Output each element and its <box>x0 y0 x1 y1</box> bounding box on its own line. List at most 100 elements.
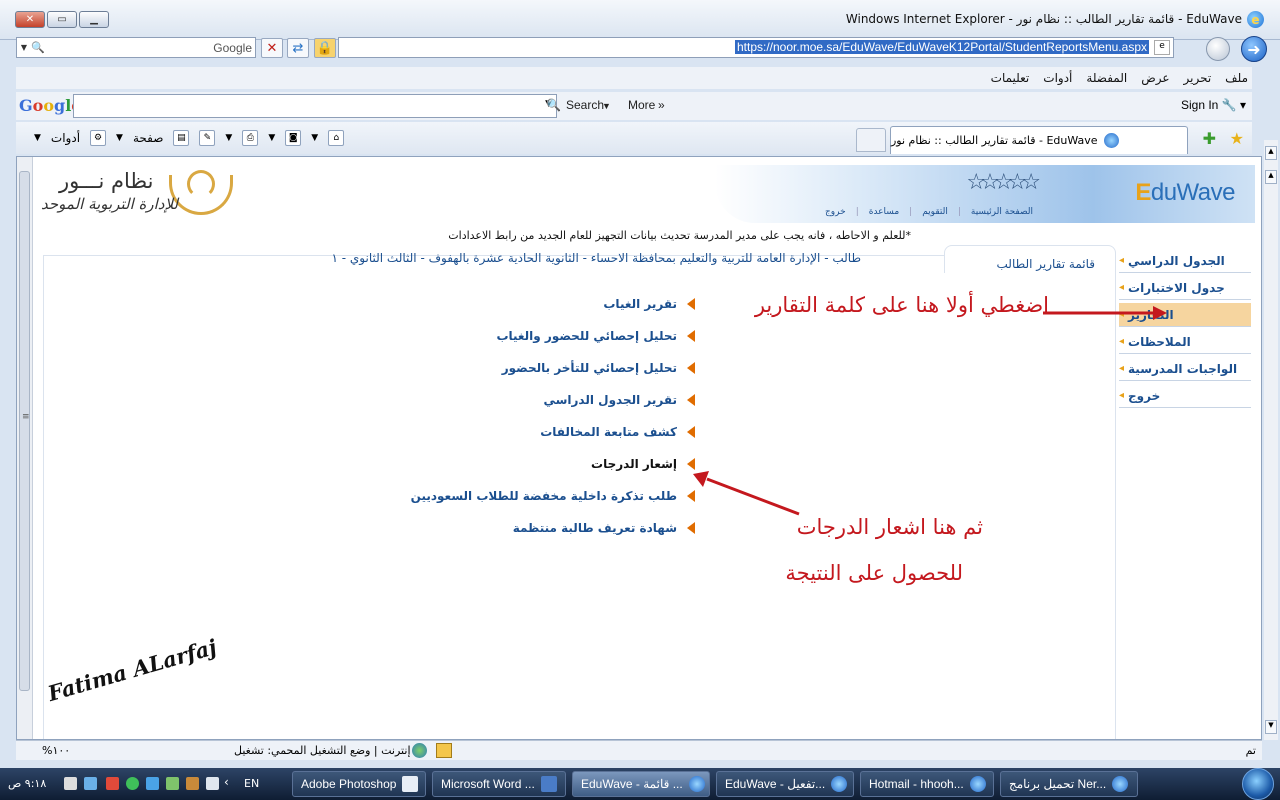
show-hidden-icons-icon[interactable]: ‹ <box>224 775 229 789</box>
scrollbar-thumb[interactable] <box>19 171 30 691</box>
taskbar-item-word[interactable]: Microsoft Word ... <box>432 771 566 797</box>
zoom-level[interactable]: ١٠٠% <box>42 744 70 757</box>
scroll-up-icon[interactable]: ▲ <box>1265 170 1277 184</box>
menu-view[interactable]: عرض <box>1141 71 1169 85</box>
chevron-down-icon[interactable]: ▼ <box>225 133 232 143</box>
page-viewport: ≡ ☆☆☆☆☆ EduWave الصفحة الرئيسية | التقوي… <box>16 156 1262 740</box>
sidebar-item-exams[interactable]: ◂ جدول الاختبارات <box>1119 276 1251 300</box>
browser-tab-active[interactable]: EduWave - قائمة تقارير الطالب :: نظام نو… <box>890 126 1188 154</box>
home-link[interactable]: الصفحة الرئيسية <box>971 207 1033 217</box>
maximize-window-button[interactable]: ▭ <box>47 11 77 28</box>
sidebar-item-reports[interactable]: ◂ التقارير <box>1119 303 1251 327</box>
report-link-enrollment-certificate[interactable]: شهادة تعريف طالبة منتظمة <box>513 521 695 535</box>
sidebar-item-homework[interactable]: ◂ الواجبات المدرسية <box>1119 357 1251 381</box>
logout-link[interactable]: خروج <box>825 207 846 217</box>
report-link-schedule[interactable]: تقرير الجدول الدراسي <box>543 393 695 407</box>
menu-file[interactable]: ملف <box>1225 71 1248 85</box>
sidebar-item-logout[interactable]: ◂ خروج <box>1119 384 1251 408</box>
google-search-input[interactable]: ▼ <box>73 94 557 118</box>
bullet-arrow-icon <box>687 362 695 374</box>
stop-icon[interactable]: ✕ <box>261 38 283 58</box>
home-icon[interactable]: ⌂ <box>328 130 345 146</box>
header-links: الصفحة الرئيسية | التقويم | مساعدة | خرو… <box>825 207 1033 217</box>
compat-view-icon[interactable]: e <box>1154 40 1170 55</box>
chevron-down-icon[interactable]: ▼ <box>34 133 41 143</box>
url-text: https://noor.moe.sa/EduWave/EduWaveK12Po… <box>734 40 1149 54</box>
google-search-icon[interactable]: 🔍 <box>546 98 561 112</box>
taskbar-item-download[interactable]: تحميل برنامج Ner... <box>1000 771 1138 797</box>
gear-icon[interactable]: ⚙ <box>90 130 107 146</box>
forward-button[interactable]: ➜ <box>1241 36 1267 62</box>
search-icon[interactable]: 🔍 <box>31 41 47 54</box>
scroll-up-icon[interactable]: ▲ <box>1265 146 1277 160</box>
print-icon[interactable]: ⎙ <box>242 130 259 146</box>
add-favorite-icon[interactable]: ✚ <box>1203 129 1216 148</box>
vertical-scrollbar[interactable]: ≡ <box>17 157 33 739</box>
calendar-link[interactable]: التقويم <box>922 207 948 217</box>
command-bar: ▼ أدوات ⚙ ▼ صفحة ▤ ✎ ▼ ⎙ ▼ ◙ ▼ ⌂ <box>34 130 345 146</box>
language-indicator[interactable]: EN <box>244 777 259 790</box>
panel-title: قائمة تقارير الطالب <box>996 257 1095 271</box>
lock-icon[interactable]: 🔒 <box>314 38 336 58</box>
ie-page-icon <box>1103 133 1119 148</box>
start-button[interactable] <box>1242 768 1274 800</box>
menu-favorites[interactable]: المفضلة <box>1086 71 1127 85</box>
page-icon[interactable]: ▤ <box>173 130 190 146</box>
tray-app-icon[interactable] <box>146 777 159 790</box>
page-menu-button[interactable]: صفحة <box>133 131 163 145</box>
bullet-arrow-icon <box>687 330 695 342</box>
chevron-down-icon[interactable]: ▼ <box>116 133 123 143</box>
security-zone: إنترنت | وضع التشغيل المحمي: تشغيل <box>234 744 411 757</box>
chevron-down-icon[interactable]: ▼ <box>17 43 31 52</box>
live-search-box[interactable]: ▼ 🔍 Google <box>16 37 256 58</box>
address-bar[interactable]: https://noor.moe.sa/EduWave/EduWaveK12Po… <box>338 37 1174 58</box>
bullet-arrow-icon <box>687 490 695 502</box>
close-window-button[interactable]: ✕ <box>15 11 45 28</box>
new-tab-button[interactable] <box>856 128 886 152</box>
report-link-violations[interactable]: كشف متابعة المخالفات <box>540 425 695 439</box>
clock[interactable]: ٩:١٨ ص <box>8 777 46 790</box>
report-link-lateness-stats[interactable]: تحليل إحصائي للتأخر بالحضور <box>502 361 695 375</box>
rss-feed-icon[interactable]: ◙ <box>285 130 302 146</box>
tools-menu-button[interactable]: أدوات <box>51 131 80 145</box>
back-button[interactable] <box>1206 37 1230 61</box>
report-link-discount-ticket[interactable]: طلب تذكرة داخلية مخفضة للطلاب السعوديين <box>411 489 695 503</box>
taskbar-item-eduwave-reports[interactable]: EduWave - قائمة ... <box>572 771 710 797</box>
favorites-star-icon[interactable]: ★ <box>1230 129 1244 148</box>
menu-tools[interactable]: أدوات <box>1043 71 1072 85</box>
sidebar-item-label: جدول الاختبارات <box>1128 280 1225 295</box>
link-separator: | <box>957 207 961 217</box>
double-chevron-icon[interactable]: » <box>658 98 665 112</box>
google-search-button[interactable]: Search <box>566 98 604 112</box>
chevron-down-icon[interactable]: ▼ <box>268 133 275 143</box>
taskbar-item-hotmail[interactable]: Hotmail - hhooh... <box>860 771 994 797</box>
report-link-grades-notice[interactable]: إشعار الدرجات <box>591 457 695 471</box>
menu-help[interactable]: تعليمات <box>991 71 1030 85</box>
help-link[interactable]: مساعدة <box>869 207 899 217</box>
tray-app-icon[interactable] <box>166 777 179 790</box>
scroll-down-icon[interactable]: ▼ <box>1265 720 1277 734</box>
eduwave-logo[interactable]: EduWave <box>1135 179 1235 207</box>
report-label: شهادة تعريف طالبة منتظمة <box>512 521 677 535</box>
sidebar-item-schedule[interactable]: ◂ الجدول الدراسي <box>1119 249 1251 273</box>
refresh-icon[interactable]: ⇄ <box>287 38 309 58</box>
tray-app-icon[interactable] <box>106 777 119 790</box>
minimize-window-button[interactable]: ▁ <box>79 11 109 28</box>
tray-app-icon[interactable] <box>206 777 219 790</box>
messenger-icon[interactable] <box>126 777 139 790</box>
report-link-attendance-stats[interactable]: تحليل إحصائي للحضور والغياب <box>496 329 695 343</box>
chevron-down-icon[interactable]: ▼ <box>602 101 611 111</box>
volume-icon[interactable] <box>64 777 77 790</box>
outer-scrollbar[interactable]: ▲ ▲ ▼ <box>1264 140 1278 740</box>
research-icon[interactable]: ✎ <box>199 130 216 146</box>
taskbar-item-photoshop[interactable]: Adobe Photoshop <box>292 771 426 797</box>
sidebar-item-notes[interactable]: ◂ الملاحظات <box>1119 330 1251 354</box>
chevron-down-icon[interactable]: ▼ <box>311 133 318 143</box>
tray-app-icon[interactable] <box>186 777 199 790</box>
menu-edit[interactable]: تحرير <box>1184 71 1212 85</box>
network-icon[interactable] <box>84 777 97 790</box>
google-more-button[interactable]: More <box>628 98 655 112</box>
google-signin-button[interactable]: Sign In 🔧 ▾ <box>1181 98 1246 112</box>
report-link-absence[interactable]: تقرير الغياب <box>603 297 695 311</box>
taskbar-item-eduwave-activate[interactable]: EduWave - تفعيل... <box>716 771 854 797</box>
